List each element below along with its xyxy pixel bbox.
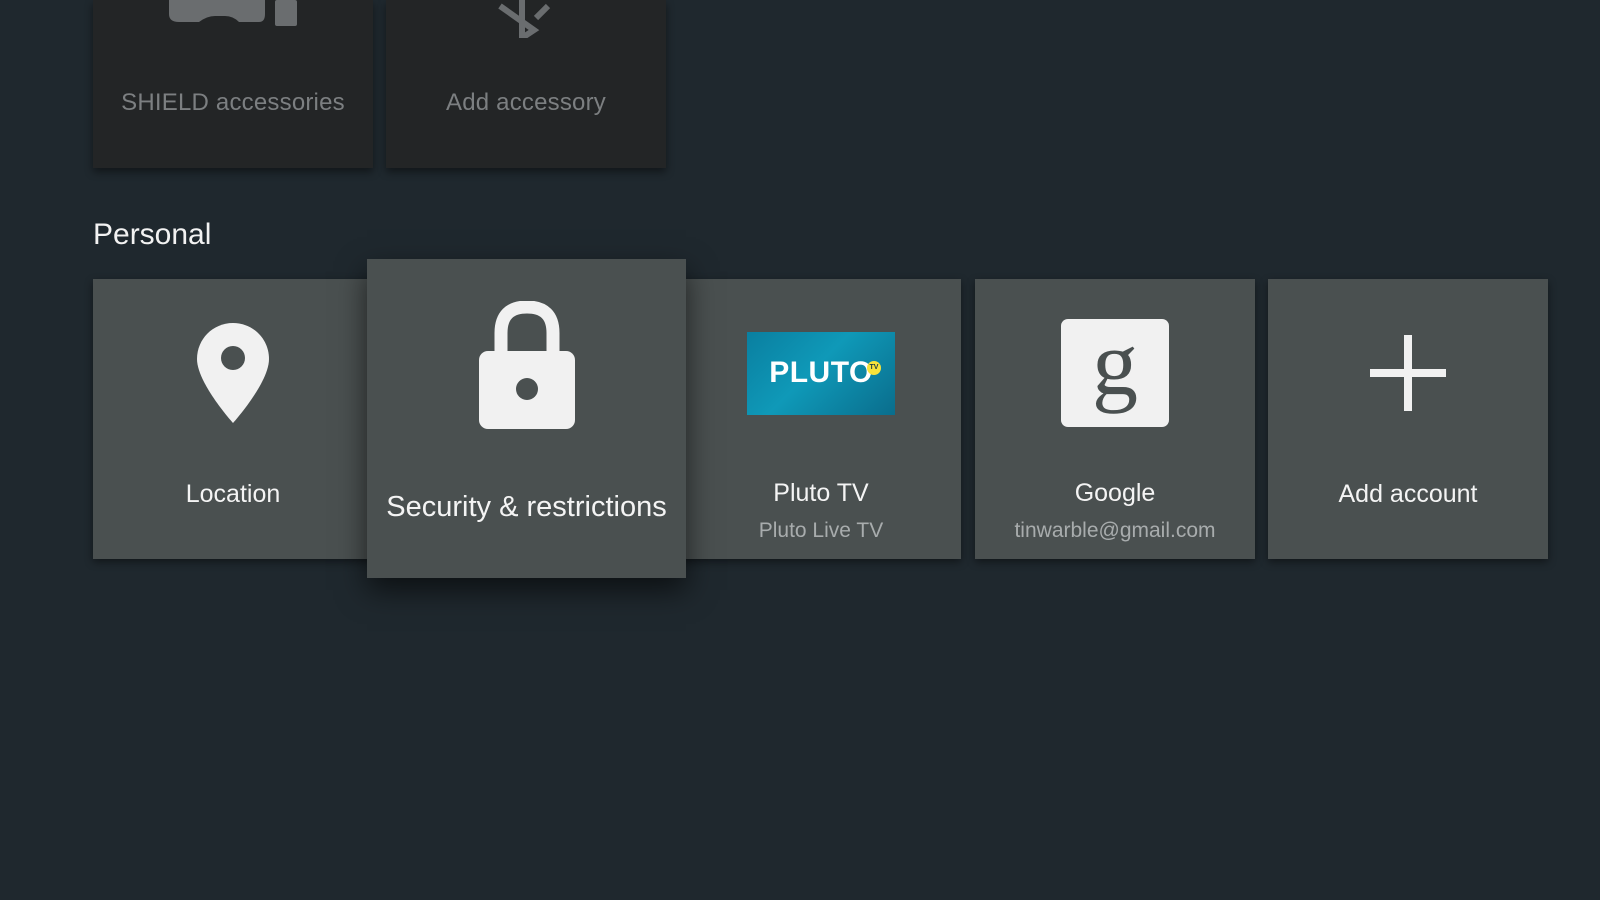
google-account-email: tinwarble@gmail.com <box>1014 519 1216 542</box>
google-account-tile[interactable]: g Google tinwarble@gmail.com <box>975 279 1255 559</box>
gamepad-icon <box>93 0 373 40</box>
shield-accessories-tile[interactable]: SHIELD accessories <box>93 0 373 168</box>
pluto-logo-badge: TV <box>867 360 881 375</box>
location-title: Location <box>185 480 281 508</box>
google-title: Google <box>1074 479 1156 507</box>
pluto-tv-logo-wrap: PLUTO TV <box>681 315 961 431</box>
google-icon-wrap: g <box>975 315 1255 431</box>
google-g-icon: g <box>1061 319 1169 427</box>
lock-icon <box>367 299 686 433</box>
personal-section-title: Personal <box>93 218 212 251</box>
security-restrictions-tile[interactable]: Security & restrictions <box>367 259 686 578</box>
pluto-tv-tile[interactable]: PLUTO TV Pluto TV Pluto Live TV <box>681 279 961 559</box>
pluto-tv-subtitle: Pluto Live TV <box>758 519 884 542</box>
pluto-logo-text: PLUTO <box>769 356 873 389</box>
svg-text:g: g <box>1092 328 1138 414</box>
shield-accessories-label: SHIELD accessories <box>121 89 345 116</box>
location-tile[interactable]: Location <box>93 279 373 559</box>
add-accessory-label: Add accessory <box>445 89 606 116</box>
settings-screen: SHIELD accessories Add accessory Persona… <box>0 0 1600 900</box>
pluto-tv-logo: PLUTO TV <box>747 331 895 415</box>
plus-icon <box>1268 315 1548 431</box>
pluto-tv-title: Pluto TV <box>773 479 869 507</box>
bluetooth-icon <box>386 0 666 40</box>
location-pin-icon <box>93 315 373 431</box>
security-restrictions-title: Security & restrictions <box>386 491 667 523</box>
add-account-title: Add account <box>1338 480 1478 508</box>
add-accessory-tile[interactable]: Add accessory <box>386 0 666 168</box>
add-account-tile[interactable]: Add account <box>1268 279 1548 559</box>
